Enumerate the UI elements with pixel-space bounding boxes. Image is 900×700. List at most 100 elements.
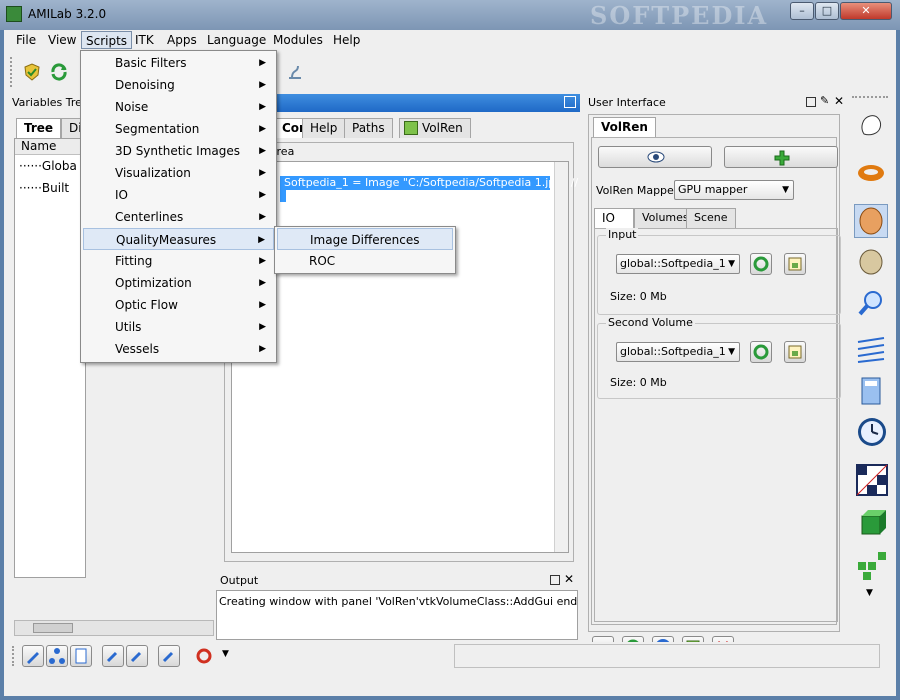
horizontal-scrollbar[interactable]: [14, 620, 214, 636]
network-icon: [49, 648, 65, 664]
menu-item-centerlines[interactable]: Centerlines ▶: [83, 206, 274, 228]
tree-column-header[interactable]: Name: [15, 139, 85, 155]
menu-item-visualization[interactable]: Visualization ▶: [83, 162, 274, 184]
add-button[interactable]: [724, 146, 838, 168]
close-window-button[interactable]: ✕: [840, 2, 892, 20]
float-panel-icon[interactable]: [564, 96, 576, 108]
input-volume-select[interactable]: global::Softpedia_1 ▼: [616, 254, 740, 274]
menu-apps[interactable]: Apps: [163, 31, 201, 49]
menu-item-optimization[interactable]: Optimization ▶: [83, 272, 274, 294]
tab-tree[interactable]: Tree: [16, 118, 62, 138]
menu-item-noise[interactable]: Noise ▶: [83, 96, 274, 118]
wrench-button-1[interactable]: [102, 645, 124, 667]
menu-item-basic-filters[interactable]: Basic Filters ▶: [83, 52, 274, 74]
menu-item-image-differences[interactable]: Image Differences: [277, 228, 453, 250]
menu-item-denoising[interactable]: Denoising ▶: [83, 74, 274, 96]
console-text-area[interactable]: Softpedia_1 = Image "C:/Softpedia/Softpe…: [231, 161, 578, 553]
input-image-button[interactable]: [784, 253, 806, 275]
second-image-button[interactable]: [784, 341, 806, 363]
shield-icon[interactable]: [21, 61, 43, 83]
menu-item-fitting[interactable]: Fitting ▶: [83, 250, 274, 272]
plus-icon: [774, 150, 790, 166]
tree-item-label: Built: [41, 181, 70, 195]
float-output-icon[interactable]: [550, 575, 560, 585]
menu-help[interactable]: Help: [329, 31, 364, 49]
calculator-icon[interactable]: [856, 376, 886, 406]
console-line: Softpedia_1 = Image "C:/Softpedia/Softpe…: [284, 176, 579, 189]
menu-item-io[interactable]: IO ▶: [83, 184, 274, 206]
second-size: Size: 0 Mb: [610, 376, 667, 389]
eye-button[interactable]: [598, 146, 712, 168]
output-panel: Output ✕ Creating window with panel 'Vol…: [216, 572, 580, 642]
second-volume-group: Second Volume global::Softpedia_1 ▼ Size:…: [597, 316, 841, 399]
submenu-arrow-icon: ▶: [259, 278, 266, 288]
float-ui-icon[interactable]: [806, 97, 816, 107]
menu-item-qualitymeasures[interactable]: QualityMeasures ▶: [83, 228, 274, 250]
menu-item-vessels[interactable]: Vessels ▶: [83, 338, 274, 360]
head-button[interactable]: [854, 204, 888, 238]
torus-icon[interactable]: [856, 158, 886, 188]
scripts-menu: Basic Filters ▶ Denoising ▶ Noise ▶ Segment…: [80, 50, 277, 363]
menu-file[interactable]: File: [12, 31, 40, 49]
draw-tool-button[interactable]: [22, 645, 44, 667]
console-scrollbar[interactable]: [554, 162, 568, 552]
tree-item-global[interactable]: ······Globa: [19, 159, 77, 173]
tab-scene[interactable]: Scene: [686, 208, 736, 228]
menu-itk[interactable]: ITK: [131, 31, 158, 49]
menu-scripts[interactable]: Scripts: [81, 31, 133, 49]
menu-item-segmentation[interactable]: Segmentation ▶: [83, 118, 274, 140]
menu-modules[interactable]: Modules: [269, 31, 327, 49]
wrench-button-3[interactable]: [158, 645, 180, 667]
side-toolbar-grip[interactable]: [852, 96, 888, 98]
menu-item-3d-synthetic-images[interactable]: 3D Synthetic Images ▶: [83, 140, 274, 162]
menu-item-label: 3D Synthetic Images: [115, 144, 240, 158]
cubes-icon[interactable]: [856, 548, 888, 580]
grid-icon[interactable]: [856, 464, 888, 496]
skull-icon[interactable]: [856, 248, 886, 278]
bottom-more-icon[interactable]: ▼: [222, 649, 229, 659]
menu-item-optic-flow[interactable]: Optic Flow ▶: [83, 294, 274, 316]
input-refresh-button[interactable]: [750, 253, 772, 275]
second-volume-select[interactable]: global::Softpedia_1 ▼: [616, 342, 740, 362]
second-refresh-button[interactable]: [750, 341, 772, 363]
wrench-button-2[interactable]: [126, 645, 148, 667]
tab-paths[interactable]: Paths: [344, 118, 393, 138]
bottom-toolbar-grip[interactable]: [12, 646, 15, 666]
tree-tool-button[interactable]: [46, 645, 68, 667]
tab-io[interactable]: IO: [594, 208, 634, 228]
scrollbar-thumb[interactable]: [33, 623, 73, 633]
close-output-icon[interactable]: ✕: [564, 572, 574, 586]
submenu-arrow-icon: ▶: [259, 322, 266, 332]
volren-ui-container: VolRen VolRen Mapper GPU mapper ▼ IO Volu…: [588, 114, 841, 632]
minimize-button[interactable]: –: [790, 2, 814, 20]
menu-item-roc[interactable]: ROC: [277, 250, 453, 272]
tab-volren[interactable]: VolRen: [399, 118, 471, 138]
cube-icon[interactable]: [858, 508, 886, 536]
toolbar-grip[interactable]: [10, 57, 13, 87]
menu-view[interactable]: View: [44, 31, 80, 49]
menu-item-utils[interactable]: Utils ▶: [83, 316, 274, 338]
tab-help[interactable]: Help: [302, 118, 346, 138]
lines-icon[interactable]: [856, 334, 886, 364]
tree-item-builtin[interactable]: ······Built: [19, 181, 69, 195]
curve-tool-icon[interactable]: [284, 61, 306, 83]
mapper-select[interactable]: GPU mapper ▼: [674, 180, 794, 200]
variables-tree-view[interactable]: Name ······Globa ······Built: [14, 138, 86, 578]
reload-button[interactable]: [194, 646, 214, 669]
menu-item-label: QualityMeasures: [116, 233, 217, 247]
clock-icon[interactable]: [856, 416, 888, 448]
head-icon: [859, 207, 883, 235]
more-tools-icon[interactable]: ▼: [866, 588, 873, 598]
brain-outline-icon[interactable]: [856, 110, 886, 140]
pin-icon[interactable]: ✎: [820, 94, 829, 107]
menu-language[interactable]: Language: [203, 31, 270, 49]
refresh-icon[interactable]: [48, 61, 70, 83]
doc-tool-button[interactable]: [70, 645, 92, 667]
output-text-area[interactable]: Creating window with panel 'VolRen'vtkVo…: [216, 590, 578, 640]
maximize-button[interactable]: □: [815, 2, 839, 20]
tab-volren-ui[interactable]: VolRen: [593, 117, 656, 137]
close-ui-icon[interactable]: ✕: [834, 94, 844, 108]
title-bar: AMILab 3.2.0 SOFTPEDIA – □ ✕: [0, 0, 900, 30]
magnifier-icon[interactable]: [856, 288, 886, 318]
window-title: AMILab 3.2.0: [28, 7, 107, 21]
